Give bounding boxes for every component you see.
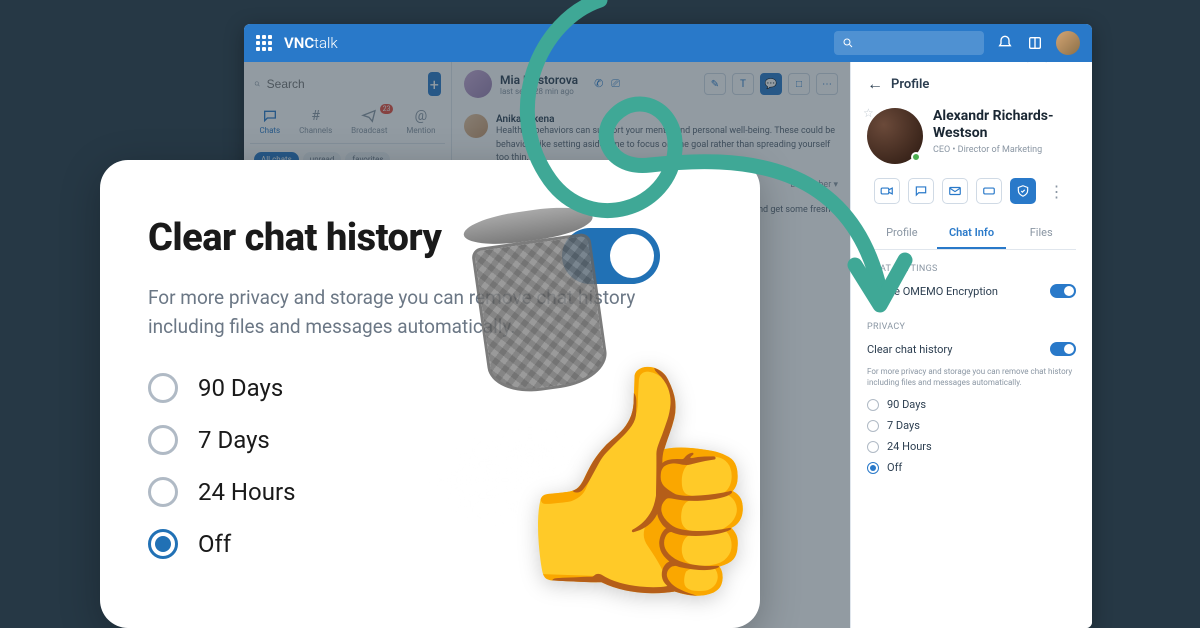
phone-icon[interactable]: ✆ — [594, 77, 603, 91]
profile-name: Alexandr Richards-Westson — [933, 108, 1076, 142]
topbar: VNCtalk — [244, 24, 1092, 62]
section-chat-settings: CHAT SETTINGS — [867, 264, 1076, 274]
thumbs-up-icon: 👍 — [500, 370, 774, 590]
tab-mention[interactable]: @Mention — [406, 108, 435, 135]
clear-history-label: Clear chat history — [867, 343, 952, 356]
text-icon[interactable]: T — [732, 73, 754, 95]
chat-last-seen: last seen 28 min ago — [500, 87, 578, 96]
omemo-toggle[interactable] — [1050, 284, 1076, 298]
message-avatar — [464, 114, 488, 138]
radio-90-days[interactable]: 90 Days — [867, 398, 1076, 411]
tab-files[interactable]: Files — [1006, 218, 1076, 249]
clear-history-toggle[interactable] — [1050, 342, 1076, 356]
profile-panel: ← Profile ☆ Alexandr Richards-Westson CE… — [850, 62, 1092, 628]
tab-chats[interactable]: Chats — [259, 108, 280, 135]
user-avatar[interactable] — [1056, 31, 1080, 55]
video-call-icon[interactable] — [874, 178, 900, 204]
badge: 23 — [380, 104, 394, 114]
more-icon[interactable]: ⋯ — [816, 73, 838, 95]
global-search[interactable] — [834, 31, 984, 55]
add-button[interactable]: + — [428, 72, 441, 96]
back-arrow-icon[interactable]: ← — [867, 74, 883, 94]
edit-icon[interactable]: ✎ — [704, 73, 726, 95]
presence-indicator — [911, 152, 921, 162]
bell-icon[interactable] — [996, 34, 1014, 52]
profile-header-label: Profile — [891, 77, 929, 92]
shield-check-icon[interactable] — [1010, 178, 1036, 204]
camera-icon[interactable]: □ — [788, 73, 810, 95]
radio-off[interactable]: Off — [867, 461, 1076, 474]
message-author: Anika Dikena — [496, 114, 838, 125]
tab-broadcast[interactable]: Broadcast23 — [351, 108, 387, 135]
ticket-icon[interactable] — [976, 178, 1002, 204]
mail-icon[interactable] — [942, 178, 968, 204]
video-icon[interactable]: ⎚ — [611, 77, 620, 91]
omemo-label: Enable OMEMO Encryption — [867, 285, 998, 298]
brand-logo: VNCtalk — [284, 34, 338, 52]
tab-profile[interactable]: Profile — [867, 218, 937, 249]
clear-history-options: 90 Days 7 Days 24 Hours Off — [867, 398, 1076, 474]
section-privacy: PRIVACY — [867, 322, 1076, 332]
chat-bubble-icon[interactable]: 💬 — [760, 73, 782, 95]
profile-role: CEO • Director of Marketing — [933, 145, 1076, 155]
chat-name: Mia Nestorova — [500, 73, 578, 87]
more-vertical-icon[interactable]: ⋮ — [1044, 178, 1070, 204]
clear-history-desc: For more privacy and storage you can rem… — [867, 366, 1076, 388]
panel-pointer — [1027, 62, 1047, 72]
sidebar-search-input[interactable] — [267, 77, 422, 91]
radio-7-days[interactable]: 7 Days — [867, 419, 1076, 432]
apps-grid-icon[interactable] — [256, 35, 272, 51]
radio-24-hours[interactable]: 24 Hours — [867, 440, 1076, 453]
chat-icon[interactable] — [908, 178, 934, 204]
search-icon — [254, 78, 261, 90]
profile-avatar[interactable] — [867, 108, 923, 164]
chat-avatar[interactable] — [464, 70, 492, 98]
book-icon[interactable] — [1026, 34, 1044, 52]
tab-channels[interactable]: #Channels — [299, 108, 332, 135]
tab-chat-info[interactable]: Chat Info — [937, 218, 1007, 249]
